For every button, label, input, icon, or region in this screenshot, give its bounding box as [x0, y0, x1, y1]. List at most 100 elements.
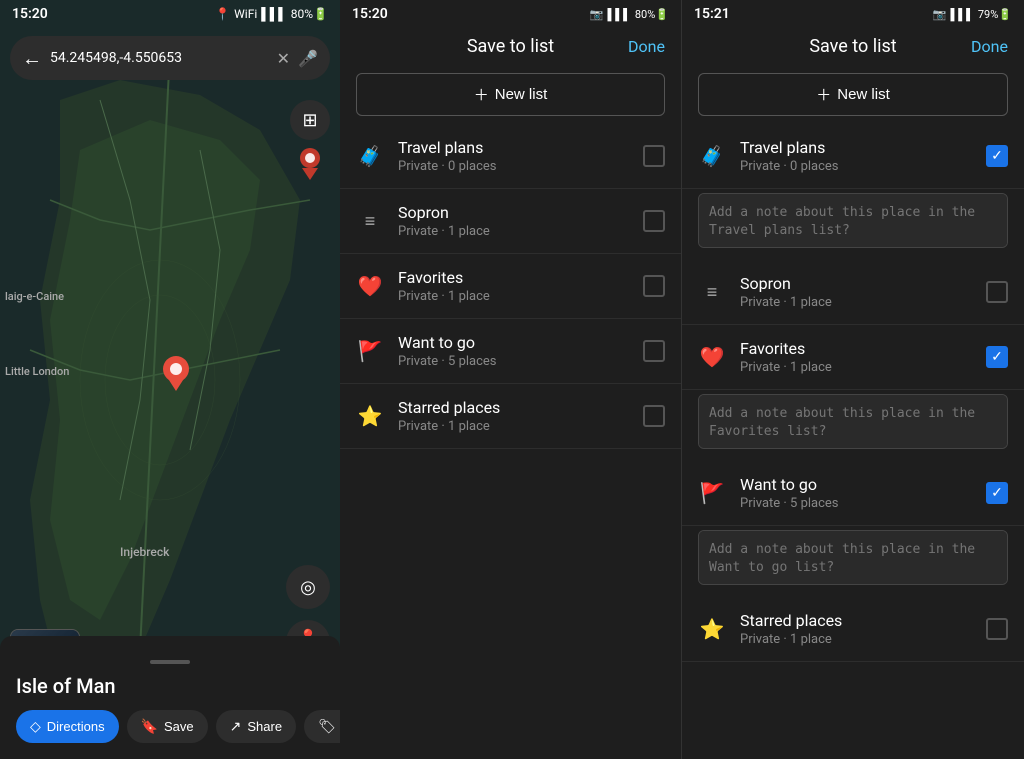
travel-icon-middle: 🧳 [356, 142, 384, 170]
travel-name-right: Travel plans [740, 138, 972, 157]
starred-checkbox-right[interactable] [986, 618, 1008, 640]
sopron-icon-right: ≡ [698, 278, 726, 306]
locate-icon: ◎ [300, 577, 316, 598]
wantgo-name-middle: Want to go [398, 333, 629, 352]
save-label: Save [164, 719, 194, 734]
place-name: Isle of Man [16, 674, 324, 698]
status-bar-right: 15:21 📷 ▌▌▌ 79%🔋 [682, 0, 1024, 28]
list-item-wantgo-middle[interactable]: 🚩 Want to go Private · 5 places [340, 319, 681, 384]
wantgo-info-right: Want to go Private · 5 places [740, 475, 972, 511]
travel-note-input[interactable] [698, 193, 1008, 248]
favorites-meta-right: Private · 1 place [740, 360, 972, 375]
sopron-icon-middle: ≡ [356, 207, 384, 235]
map-label-laig: laig-e-Caine [5, 290, 64, 303]
done-button-middle[interactable]: Done [628, 37, 665, 56]
panel-title-right: Save to list [809, 36, 896, 57]
camera-icon-middle: 📷 [590, 8, 604, 21]
status-bar-left: 15:20 📍 WiFi ▌▌▌ 80%🔋 [0, 0, 340, 28]
battery-left: 80%🔋 [291, 7, 328, 21]
list-item-sopron-right[interactable]: ≡ Sopron Private · 1 place [682, 260, 1024, 325]
middle-list-panel: 15:20 📷 ▌▌▌ 80%🔋 Save to list Done ＋ New… [340, 0, 682, 759]
favorites-info-right: Favorites Private · 1 place [740, 339, 972, 375]
sopron-checkbox-right[interactable] [986, 281, 1008, 303]
status-icons-middle: 📷 ▌▌▌ 80%🔋 [590, 8, 669, 21]
travel-checkbox-middle[interactable] [643, 145, 665, 167]
favorites-name-right: Favorites [740, 339, 972, 358]
list-item-sopron-middle[interactable]: ≡ Sopron Private · 1 place [340, 189, 681, 254]
sopron-info-right: Sopron Private · 1 place [740, 274, 972, 310]
sopron-meta-middle: Private · 1 place [398, 224, 629, 239]
travel-meta-middle: Private · 0 places [398, 159, 629, 174]
signal-icon-left: ▌▌▌ [261, 7, 287, 21]
sopron-checkbox-middle[interactable] [643, 210, 665, 232]
map-panel: 15:20 📍 WiFi ▌▌▌ 80%🔋 ← 54.245498,-4.550… [0, 0, 340, 759]
share-button[interactable]: ↗ Share [216, 710, 296, 743]
map-layers-button[interactable]: ⊞ [290, 100, 330, 140]
share-label: Share [247, 719, 282, 734]
favorites-icon-middle: ❤️ [356, 272, 384, 300]
starred-checkbox-middle[interactable] [643, 405, 665, 427]
sopron-info-middle: Sopron Private · 1 place [398, 203, 629, 239]
directions-label: Directions [47, 719, 105, 734]
save-icon: 🔖 [141, 718, 158, 735]
travel-checkbox-right[interactable] [986, 145, 1008, 167]
new-list-label-middle: New list [495, 86, 548, 103]
favorites-checkbox-right[interactable] [986, 346, 1008, 368]
wantgo-checkbox-right[interactable] [986, 482, 1008, 504]
status-icons-right: 📷 ▌▌▌ 79%🔋 [933, 8, 1012, 21]
starred-icon-right: ⭐ [698, 615, 726, 643]
label-button[interactable]: 🏷 Lab [304, 710, 340, 743]
travel-info-right: Travel plans Private · 0 places [740, 138, 972, 174]
done-button-right[interactable]: Done [971, 37, 1008, 56]
travel-name-middle: Travel plans [398, 138, 629, 157]
wantgo-note-input[interactable] [698, 530, 1008, 585]
locate-button[interactable]: ◎ [286, 565, 330, 609]
wantgo-name-right: Want to go [740, 475, 972, 494]
location-marker [162, 355, 190, 395]
signal-middle: ▌▌▌ [607, 8, 630, 21]
battery-right: 79%🔋 [978, 8, 1012, 21]
list-item-starred-right[interactable]: ⭐ Starred places Private · 1 place [682, 597, 1024, 662]
list-item-favorites-middle[interactable]: ❤️ Favorites Private · 1 place [340, 254, 681, 319]
new-list-button-right[interactable]: ＋ New list [698, 73, 1008, 116]
wantgo-meta-middle: Private · 5 places [398, 354, 629, 369]
starred-name-middle: Starred places [398, 398, 629, 417]
search-bar[interactable]: ← 54.245498,-4.550653 ✕ 🎤 [10, 36, 330, 80]
layers-icon: ⊞ [302, 110, 317, 131]
favorites-note-input[interactable] [698, 394, 1008, 449]
plus-icon-right: ＋ [816, 84, 831, 105]
list-item-wantgo-right[interactable]: 🚩 Want to go Private · 5 places [682, 461, 1024, 526]
list-items-right: 🧳 Travel plans Private · 0 places ≡ Sopr… [682, 124, 1024, 759]
favorites-name-middle: Favorites [398, 268, 629, 287]
time-middle: 15:20 [352, 6, 388, 22]
starred-info-right: Starred places Private · 1 place [740, 611, 972, 647]
back-button[interactable]: ← [22, 46, 42, 71]
mic-icon[interactable]: 🎤 [298, 49, 318, 68]
battery-middle: 80%🔋 [635, 8, 669, 21]
save-button[interactable]: 🔖 Save [127, 710, 208, 743]
list-item-travel-right[interactable]: 🧳 Travel plans Private · 0 places [682, 124, 1024, 189]
directions-button[interactable]: ◇ Directions [16, 710, 119, 743]
panel-title-middle: Save to list [467, 36, 554, 57]
favorites-checkbox-middle[interactable] [643, 275, 665, 297]
place-actions: ◇ Directions 🔖 Save ↗ Share 🏷 Lab [16, 710, 324, 743]
sopron-name-right: Sopron [740, 274, 972, 293]
status-icons-left: 📍 WiFi ▌▌▌ 80%🔋 [215, 7, 328, 21]
map-pin-icon [294, 148, 326, 180]
status-bar-middle: 15:20 📷 ▌▌▌ 80%🔋 [340, 0, 681, 28]
list-item-starred-middle[interactable]: ⭐ Starred places Private · 1 place [340, 384, 681, 449]
right-list-panel: 15:21 📷 ▌▌▌ 79%🔋 Save to list Done ＋ New… [682, 0, 1024, 759]
list-item-travel-middle[interactable]: 🧳 Travel plans Private · 0 places [340, 124, 681, 189]
starred-icon-middle: ⭐ [356, 402, 384, 430]
travel-icon-right: 🧳 [698, 142, 726, 170]
starred-meta-middle: Private · 1 place [398, 419, 629, 434]
list-item-favorites-right[interactable]: ❤️ Favorites Private · 1 place [682, 325, 1024, 390]
sopron-meta-right: Private · 1 place [740, 295, 972, 310]
starred-name-right: Starred places [740, 611, 972, 630]
search-coordinates: 54.245498,-4.550653 [50, 50, 269, 66]
new-list-button-middle[interactable]: ＋ New list [356, 73, 665, 116]
clear-icon[interactable]: ✕ [277, 49, 290, 68]
wantgo-checkbox-middle[interactable] [643, 340, 665, 362]
wantgo-icon-right: 🚩 [698, 479, 726, 507]
time-left: 15:20 [12, 6, 48, 22]
